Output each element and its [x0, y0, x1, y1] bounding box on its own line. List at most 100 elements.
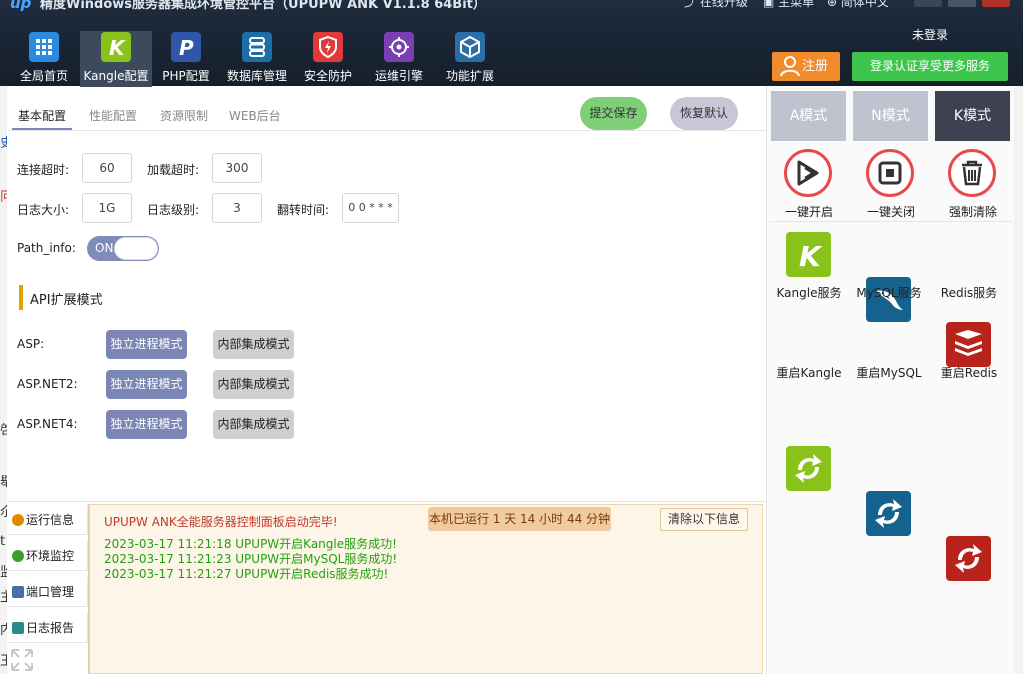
restart-mysql-button[interactable]: [866, 491, 911, 536]
nav-database[interactable]: 数据库管理: [221, 31, 293, 87]
section-accent-bar: [19, 285, 23, 310]
restart-icon: [875, 499, 902, 528]
log-level-label: 日志级别:: [147, 203, 200, 217]
uptime-badge: 本机已运行 1 天 14 小时 44 分钟: [428, 507, 611, 531]
tab-web-admin[interactable]: WEB后台: [229, 107, 281, 124]
aspnet2-label: ASP.NET2:: [17, 377, 78, 391]
kangle-service-button[interactable]: K: [786, 232, 831, 277]
mysql-service-label: MySQL服务: [856, 286, 922, 300]
strip-char: 啓: [0, 423, 7, 438]
mode-k-button[interactable]: K模式: [935, 91, 1010, 141]
strip-char: 冋: [0, 190, 7, 205]
login-status: 未登录: [912, 28, 949, 42]
strip-char: 王: [0, 654, 7, 669]
strip-char: 主: [0, 590, 7, 605]
log-level-input[interactable]: 3: [212, 193, 262, 223]
database-icon: [242, 32, 272, 62]
sidebar-item-run-info[interactable]: 运行信息: [8, 505, 88, 535]
restart-mysql-label: 重启MySQL: [856, 366, 922, 380]
user-icon: [780, 55, 800, 88]
log-line: 2023-03-17 11:21:27 UPUPW开启Redis服务成功!: [104, 567, 389, 581]
redis-service-button[interactable]: [946, 322, 991, 367]
restart-kangle-label: 重启Kangle: [776, 366, 842, 380]
aspnet2-integrated-button[interactable]: 内部集成模式: [213, 370, 294, 399]
nav-home[interactable]: 全局首页: [8, 31, 80, 87]
nav-extensions[interactable]: 功能扩展: [434, 31, 506, 87]
redis-service-label: Redis服务: [940, 286, 998, 300]
shield-icon: [313, 32, 343, 62]
svg-text:K: K: [799, 240, 823, 273]
aspnet4-integrated-button[interactable]: 内部集成模式: [213, 410, 294, 439]
log-size-input[interactable]: 1G: [82, 193, 132, 223]
rotate-time-label: 翻转时间:: [277, 203, 330, 217]
mode-n-button[interactable]: N模式: [853, 91, 928, 141]
login-button[interactable]: 登录认证享受更多服务: [852, 52, 1008, 81]
nav-kangle[interactable]: K Kangle配置: [80, 31, 152, 87]
maximize-button[interactable]: [948, 0, 976, 7]
strip-char: 舉: [0, 475, 7, 490]
aspnet4-standalone-button[interactable]: 独立进程模式: [106, 410, 187, 439]
grid-icon: [29, 32, 59, 62]
start-all-button[interactable]: [784, 149, 832, 197]
globe-icon: ⊕: [827, 0, 838, 9]
expand-icon[interactable]: [10, 648, 34, 672]
redis-icon: [955, 330, 982, 356]
sidebar-item-port-manage[interactable]: 端口管理: [8, 577, 88, 607]
asp-label: ASP:: [17, 337, 45, 351]
mode-a-button[interactable]: A模式: [771, 91, 846, 141]
submit-save-button[interactable]: 提交保存: [580, 97, 647, 130]
asp-standalone-button[interactable]: 独立进程模式: [106, 330, 187, 359]
kangle-service-label: Kangle服务: [776, 286, 842, 300]
svg-text:P: P: [179, 36, 194, 60]
sidebar-item-env-monitor[interactable]: 环境监控: [8, 541, 88, 571]
section-divider: [8, 501, 766, 502]
restart-kangle-button[interactable]: [786, 446, 831, 491]
tab-performance-config[interactable]: 性能配置: [89, 107, 137, 124]
info-icon: [12, 514, 24, 526]
kangle-icon: K: [101, 32, 131, 62]
strip-char: t: [0, 534, 6, 549]
nav-security[interactable]: 安全防护: [292, 31, 364, 87]
clear-log-button[interactable]: 清除以下信息: [660, 508, 748, 531]
connect-timeout-label: 连接超时:: [17, 163, 70, 177]
tab-resource-limit[interactable]: 资源限制: [160, 107, 208, 124]
aspnet4-label: ASP.NET4:: [17, 417, 78, 431]
tab-basic-config[interactable]: 基本配置: [18, 107, 66, 124]
strip-char: 尒: [0, 505, 7, 520]
main-menu-link[interactable]: ▣ 主菜单: [763, 0, 814, 10]
nav-php[interactable]: P PHP配置: [150, 31, 222, 87]
play-icon: [784, 149, 832, 197]
force-clear-label: 强制清除: [948, 205, 997, 219]
online-upgrade-link[interactable]: ⤴ 在线升级: [684, 0, 748, 10]
aspnet2-standalone-button[interactable]: 独立进程模式: [106, 370, 187, 399]
path-info-toggle[interactable]: ON: [87, 236, 159, 261]
load-timeout-input[interactable]: 300: [212, 153, 262, 183]
panel-divider: [770, 221, 1012, 222]
minimize-button[interactable]: [914, 0, 942, 7]
sidebar-item-log-report[interactable]: 日志报告: [8, 613, 88, 643]
restore-default-button[interactable]: 恢复默认: [670, 97, 738, 130]
path-info-label: Path_info:: [17, 241, 76, 255]
tab-active-indicator: [12, 128, 72, 130]
register-button[interactable]: 注册: [772, 52, 840, 81]
upgrade-icon: ⤴: [684, 0, 697, 9]
scrollbar[interactable]: [1014, 86, 1023, 674]
stop-all-button[interactable]: [866, 149, 914, 197]
restart-icon: [955, 544, 982, 573]
rotate-time-input[interactable]: 0 0 * * *: [342, 193, 399, 223]
nav-ops-engine[interactable]: 运维引擎: [363, 31, 435, 87]
window-title: 精度Windows服务器集成环境管控平台（UPUPW ANK V1.1.8 64…: [40, 0, 486, 12]
restart-redis-button[interactable]: [946, 536, 991, 581]
strip-char: 监: [0, 565, 7, 580]
connect-timeout-input[interactable]: 60: [82, 153, 132, 183]
restart-icon: [795, 454, 822, 483]
strip-char: 室: [0, 49, 7, 64]
load-timeout-label: 加载超时:: [147, 163, 200, 177]
asp-integrated-button[interactable]: 内部集成模式: [213, 330, 294, 359]
log-size-label: 日志大小:: [17, 203, 70, 217]
trash-icon: [948, 149, 996, 197]
restart-redis-label: 重启Redis: [940, 366, 998, 380]
force-clear-button[interactable]: [948, 149, 996, 197]
close-button[interactable]: [982, 0, 1010, 7]
language-link[interactable]: ⊕ 简体中文: [827, 0, 889, 10]
